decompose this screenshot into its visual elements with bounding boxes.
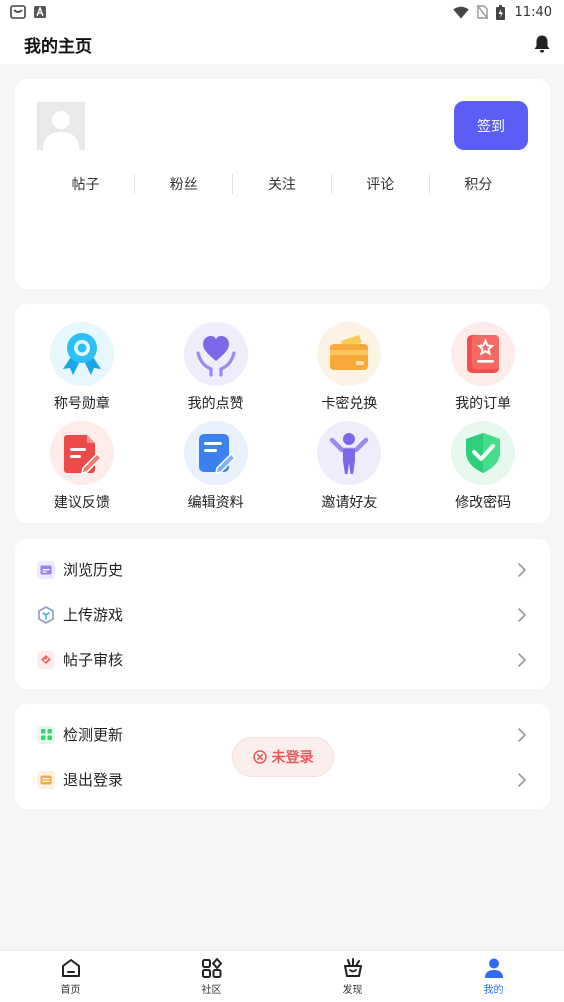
page-title: 我的主页 <box>24 36 92 57</box>
error-circle-icon <box>252 750 267 764</box>
medal-icon <box>49 322 114 386</box>
chevron-right-icon <box>518 652 526 667</box>
grid-item-feedback[interactable]: 建议反馈 <box>15 421 149 512</box>
invite-person-icon <box>317 421 382 485</box>
menu-list-card: 浏览历史 上传游戏 帖子审核 <box>15 539 550 689</box>
grid-label: 称号勋章 <box>53 396 110 412</box>
tab-label: 社区 <box>201 985 222 996</box>
tab-home[interactable]: 首页 <box>0 951 141 1002</box>
profile-icon <box>484 958 503 978</box>
stats-row: 帖子 粉丝 关注 评论 积分 <box>37 172 527 196</box>
not-logged-in-toast: 未登录 <box>232 737 334 777</box>
chevron-right-icon <box>518 607 526 622</box>
tab-label: 我的 <box>483 985 504 996</box>
bell-icon[interactable] <box>532 34 552 54</box>
grid-label: 邀请好友 <box>321 495 378 511</box>
grid-item-edit-profile[interactable]: 编辑资料 <box>149 421 283 512</box>
history-icon <box>37 560 55 579</box>
no-sim-icon <box>476 5 488 19</box>
avatar[interactable] <box>37 102 85 150</box>
signin-button[interactable]: 签到 <box>454 101 528 150</box>
chevron-right-icon <box>518 727 526 742</box>
feedback-icon <box>49 421 114 485</box>
discover-icon <box>343 958 362 977</box>
tab-discover[interactable]: 发现 <box>282 951 423 1002</box>
notification-a-icon <box>34 6 46 18</box>
chevron-right-icon <box>518 772 526 787</box>
order-icon <box>451 322 516 386</box>
stat-comments[interactable]: 评论 <box>330 174 429 194</box>
notification-app-icon <box>10 5 26 19</box>
card-icon <box>317 322 382 386</box>
grid-item-invite[interactable]: 邀请好友 <box>283 421 417 512</box>
grid-label: 编辑资料 <box>187 495 244 511</box>
feature-grid: 称号勋章 我的点赞 卡密兑换 我的订单 建议反馈 编辑资料 邀请好友 修改密码 <box>15 322 550 512</box>
grid-item-change-password[interactable]: 修改密码 <box>416 421 550 512</box>
upload-game-icon <box>37 605 55 624</box>
tab-label: 发现 <box>342 985 363 996</box>
status-time: 11:40 <box>514 4 552 20</box>
status-bar: 11:40 <box>0 0 564 24</box>
grid-label: 我的订单 <box>455 396 512 412</box>
tab-community[interactable]: 社区 <box>141 951 282 1002</box>
profile-card: 签到 帖子 粉丝 关注 评论 积分 <box>15 79 550 289</box>
tab-mine[interactable]: 我的 <box>423 951 564 1002</box>
stat-posts[interactable]: 帖子 <box>37 174 134 194</box>
grid-label: 修改密码 <box>455 495 512 511</box>
community-grid-icon <box>201 958 222 978</box>
grid-item-likes[interactable]: 我的点赞 <box>149 322 283 413</box>
default-avatar-icon <box>37 102 85 150</box>
logout-icon <box>37 770 55 789</box>
tab-label: 首页 <box>60 985 81 996</box>
chevron-right-icon <box>518 562 526 577</box>
grid-label: 建议反馈 <box>53 495 110 511</box>
list-item-label: 浏览历史 <box>63 561 124 579</box>
home-icon <box>61 959 80 977</box>
list-item-upload-game[interactable]: 上传游戏 <box>15 592 550 637</box>
update-icon <box>37 725 55 744</box>
grid-item-card-redeem[interactable]: 卡密兑换 <box>283 322 417 413</box>
app-header: 我的主页 <box>0 24 564 64</box>
toast-text: 未登录 <box>271 750 314 766</box>
list-item-label: 上传游戏 <box>63 606 124 624</box>
edit-doc-icon <box>183 421 248 485</box>
battery-icon <box>495 4 505 20</box>
shield-check-icon <box>451 421 516 485</box>
grid-label: 我的点赞 <box>187 396 244 412</box>
stat-fans[interactable]: 粉丝 <box>134 174 232 194</box>
grid-label: 卡密兑换 <box>321 396 378 412</box>
stat-points[interactable]: 积分 <box>428 174 527 194</box>
heart-hands-icon <box>183 322 248 386</box>
bottom-tab-bar: 首页 社区 发现 我的 <box>0 950 564 1002</box>
list-item-label: 帖子审核 <box>63 651 124 669</box>
feature-grid-card: 称号勋章 我的点赞 卡密兑换 我的订单 建议反馈 编辑资料 邀请好友 修改密码 <box>15 304 550 523</box>
grid-item-orders[interactable]: 我的订单 <box>416 322 550 413</box>
list-item-history[interactable]: 浏览历史 <box>15 547 550 592</box>
grid-item-medals[interactable]: 称号勋章 <box>15 322 149 413</box>
review-icon <box>37 650 55 669</box>
stat-following[interactable]: 关注 <box>232 174 330 194</box>
list-item-post-review[interactable]: 帖子审核 <box>15 637 550 682</box>
wifi-icon <box>452 6 469 18</box>
